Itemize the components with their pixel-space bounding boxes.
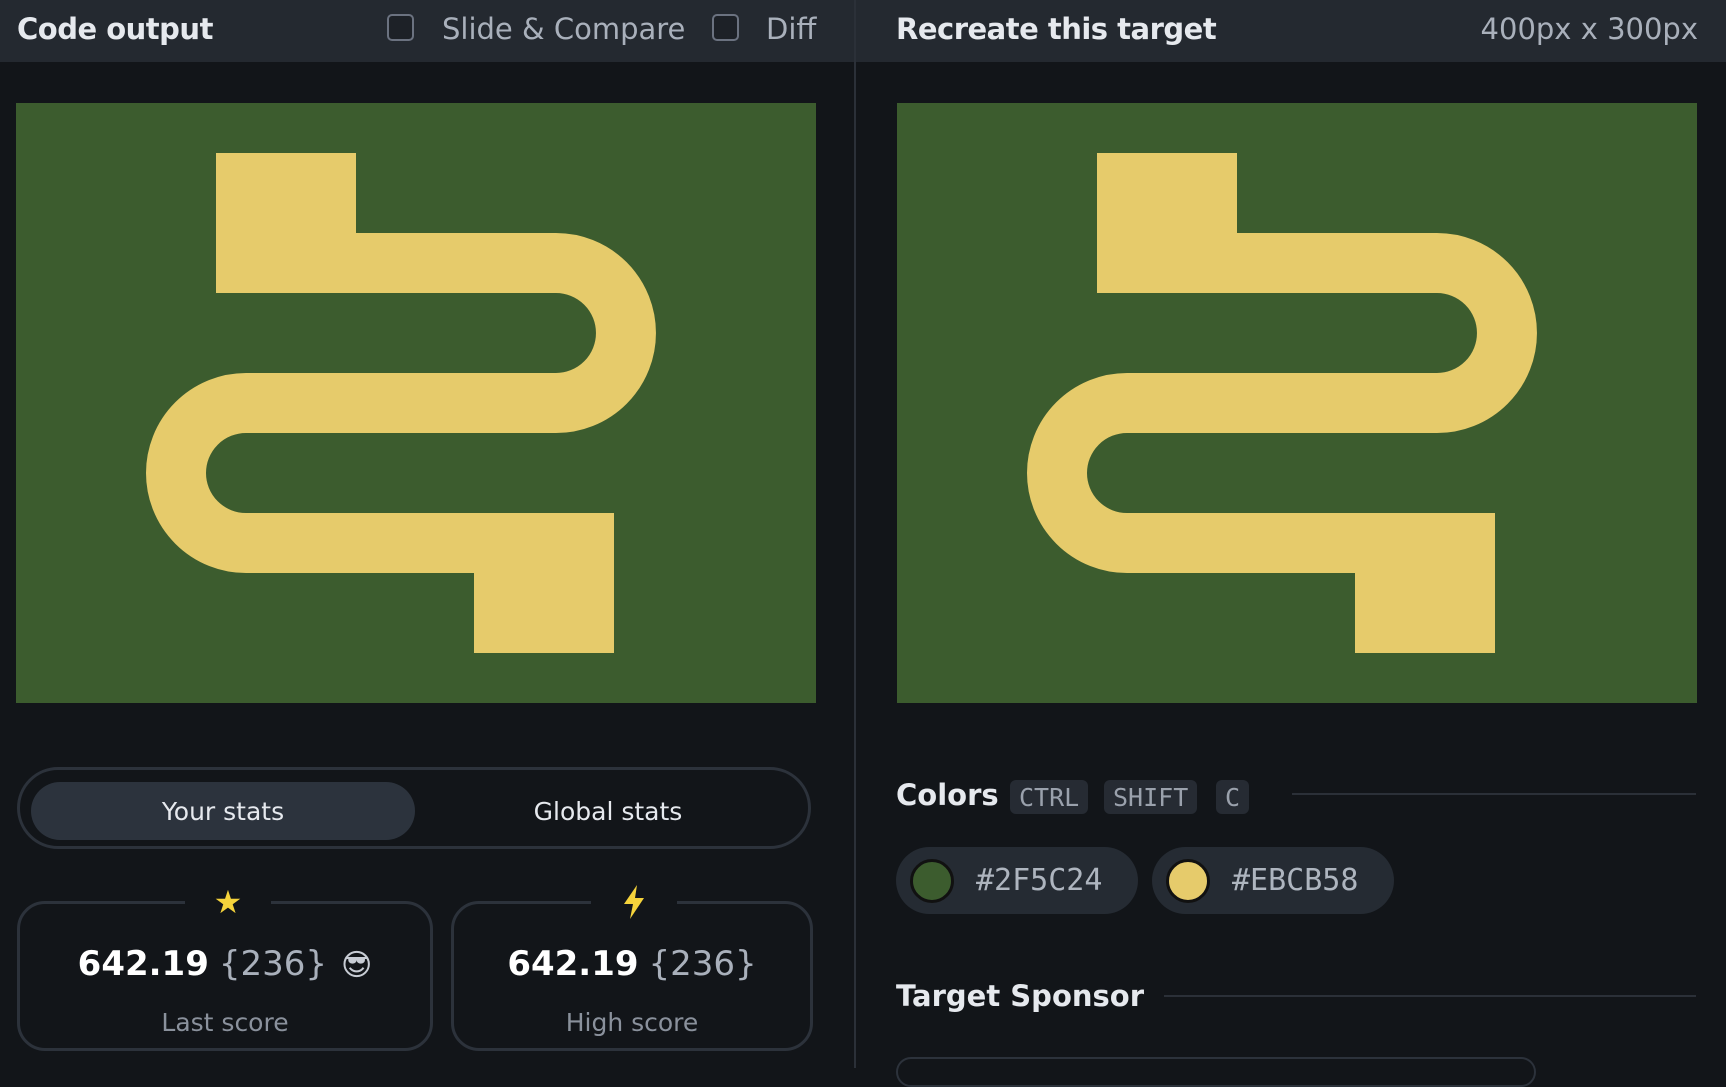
high-score-number: 642.19 — [507, 944, 639, 984]
code-output-canvas[interactable] — [16, 103, 816, 703]
stats-toggle: Your stats Global stats — [17, 767, 811, 849]
tab-global-stats[interactable]: Global stats — [416, 782, 800, 840]
swatch-hex-green: #2F5C24 — [976, 863, 1103, 898]
high-score-value: 642.19 {236} — [454, 944, 810, 984]
tab-your-stats[interactable]: Your stats — [31, 782, 415, 840]
target-canvas — [897, 103, 1697, 703]
sponsor-divider — [1164, 995, 1696, 997]
last-score-value: 642.19 {236} 😎 — [20, 944, 430, 984]
swatch-dot-green — [910, 858, 954, 903]
sunglasses-emoji-icon: 😎 — [341, 948, 373, 983]
top-bar — [0, 0, 1726, 62]
swatch-dot-yellow — [1166, 858, 1210, 903]
swatch-hex-yellow: #EBCB58 — [1232, 863, 1359, 898]
shortcut-key-shift: SHIFT — [1104, 780, 1198, 814]
colors-title: Colors — [896, 778, 999, 812]
last-score-card: ★ 642.19 {236} 😎 Last score — [17, 882, 433, 1051]
target-drawing — [897, 103, 1697, 703]
output-drawing — [16, 103, 816, 703]
star-icon: ★ — [185, 882, 271, 922]
color-swatch-green[interactable]: #2F5C24 — [896, 847, 1138, 914]
colors-divider — [1292, 793, 1696, 795]
last-score-number: 642.19 — [77, 944, 209, 984]
last-score-label: Last score — [161, 1008, 289, 1037]
high-score-count: {236} — [648, 944, 757, 984]
last-score-count: {236} — [218, 944, 328, 984]
recreate-target-title: Recreate this target — [896, 12, 1217, 46]
target-sponsor-title: Target Sponsor — [896, 979, 1145, 1013]
panel-divider — [854, 0, 856, 1068]
slide-compare-label[interactable]: Slide & Compare — [442, 12, 685, 46]
sponsor-card[interactable] — [896, 1057, 1536, 1087]
target-dimensions: 400px x 300px — [1480, 12, 1698, 46]
high-score-label: High score — [565, 1008, 699, 1037]
diff-checkbox[interactable] — [712, 14, 739, 41]
color-swatch-yellow[interactable]: #EBCB58 — [1152, 847, 1394, 914]
shortcut-key-ctrl: CTRL — [1010, 780, 1089, 814]
code-output-title: Code output — [17, 12, 213, 46]
slide-compare-checkbox[interactable] — [387, 14, 414, 41]
lightning-icon — [591, 882, 677, 922]
shortcut-key-c: C — [1216, 780, 1250, 814]
diff-label[interactable]: Diff — [766, 12, 816, 46]
high-score-card: 642.19 {236} High score — [451, 882, 813, 1051]
